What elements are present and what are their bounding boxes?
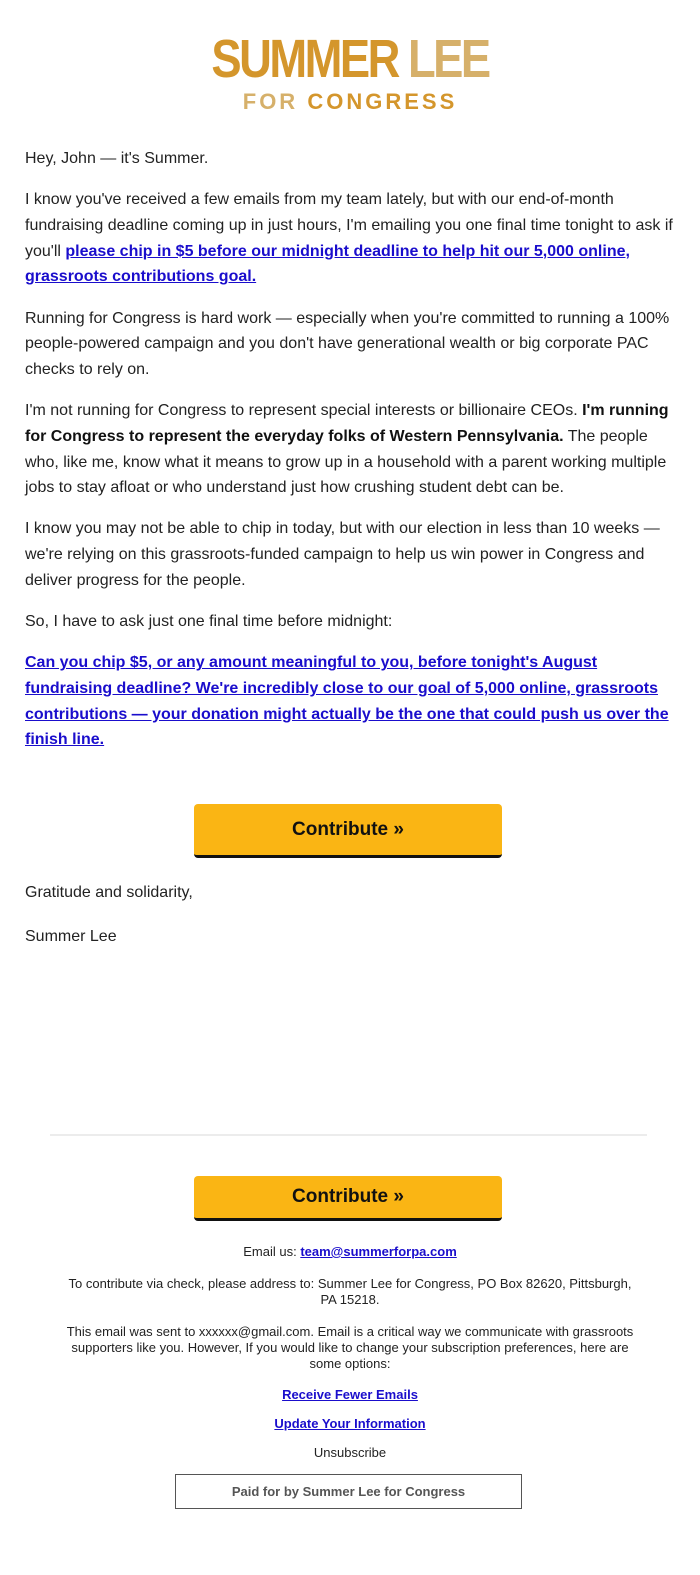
email-us: Email us: team@summerforpa.com (60, 1244, 640, 1260)
paragraph-5: So, I have to ask just one final time be… (25, 613, 393, 631)
logo-tagline: FOR CONGRESS (0, 90, 700, 114)
footer-contribute-button[interactable]: Contribute » (194, 1176, 502, 1221)
paragraph-6: Can you chip $5, or any amount meaningfu… (25, 650, 675, 753)
donate-appeal-link[interactable]: Can you chip $5, or any amount meaningfu… (25, 654, 669, 748)
unsubscribe-link[interactable]: Unsubscribe (60, 1445, 640, 1461)
signature: Summer Lee (25, 928, 117, 945)
paid-for-disclaimer: Paid for by Summer Lee for Congress (175, 1474, 522, 1509)
email-body: Hey, John — it's Summer. I know you've r… (25, 146, 675, 769)
update-info-row: Update Your Information (60, 1416, 640, 1432)
logo-last-name: LEE (407, 29, 491, 89)
update-information-link[interactable]: Update Your Information (274, 1416, 425, 1431)
paragraph-4: I know you may not be able to chip in to… (25, 520, 660, 589)
paragraph-3-text: I'm not running for Congress to represen… (25, 402, 583, 420)
logo-name: SUMMER LEE (211, 32, 491, 86)
email-us-label: Email us: (243, 1244, 301, 1259)
paragraph-3: I'm not running for Congress to represen… (25, 398, 675, 501)
greeting: Hey, John — it's Summer. (25, 150, 209, 167)
logo-tagline-for: FOR (242, 89, 299, 114)
campaign-logo: SUMMER LEE FOR CONGRESS (0, 32, 700, 114)
signoff: Gratitude and solidarity, (25, 884, 193, 901)
receive-fewer-emails-link[interactable]: Receive Fewer Emails (282, 1387, 418, 1402)
paragraph-2: Running for Congress is hard work — espe… (25, 309, 670, 378)
receive-fewer-emails-row: Receive Fewer Emails (60, 1387, 640, 1403)
sent-notice: This email was sent to xxxxxx@gmail.com.… (66, 1324, 634, 1371)
paragraph-1: I know you've received a few emails from… (25, 187, 675, 290)
contribute-button[interactable]: Contribute » (194, 804, 502, 858)
check-address: To contribute via check, please address … (68, 1276, 632, 1307)
chip-in-link[interactable]: please chip in $5 before our midnight de… (25, 243, 630, 286)
email-link[interactable]: team@summerforpa.com (300, 1244, 456, 1259)
logo-first-name: SUMMER (211, 29, 400, 89)
divider (50, 1134, 647, 1136)
logo-tagline-congress: CONGRESS (307, 89, 458, 114)
